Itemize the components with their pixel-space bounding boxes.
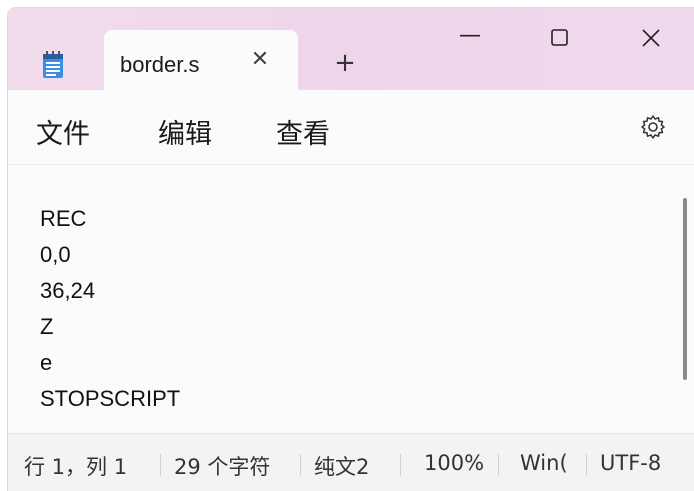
maximize-icon <box>551 29 568 46</box>
menu-edit[interactable]: 编辑 <box>158 112 212 151</box>
status-divider <box>498 454 499 476</box>
text-line: 36,24 <box>40 278 96 303</box>
title-bar: border.s ✕ + — <box>8 8 694 90</box>
settings-button[interactable] <box>638 112 668 142</box>
close-tab-icon[interactable]: ✕ <box>248 48 272 72</box>
menu-view[interactable]: 查看 <box>276 112 330 151</box>
notepad-window: border.s ✕ + — 文件 编辑 查看 REC 0,0 36,24 Z … <box>8 8 694 491</box>
text-editor[interactable]: REC 0,0 36,24 Z e STOPSCRIPT <box>8 165 694 433</box>
maximize-button[interactable] <box>540 22 580 62</box>
menu-bar: 文件 编辑 查看 <box>8 90 694 165</box>
status-divider <box>160 454 161 476</box>
text-line: REC <box>40 206 87 231</box>
text-format[interactable]: 纯文2 <box>314 451 394 481</box>
text-line: e <box>40 350 53 375</box>
status-divider <box>586 454 587 476</box>
status-divider <box>300 454 301 476</box>
cursor-position: 行 1，列 1 <box>24 455 128 479</box>
line-ending[interactable]: Win( <box>520 451 580 475</box>
status-divider <box>400 454 401 476</box>
text-line: Z <box>40 314 54 339</box>
gear-icon <box>641 115 665 139</box>
status-bar: 行 1，列 1 29 个字符 纯文2 100% Win( UTF-8 <box>8 433 694 491</box>
character-count: 29 个字符 <box>174 455 271 479</box>
close-window-button[interactable] <box>632 22 672 62</box>
encoding[interactable]: UTF-8 <box>600 451 680 475</box>
zoom-level[interactable]: 100% <box>424 451 494 475</box>
notepad-icon <box>42 51 64 79</box>
vertical-scrollbar[interactable] <box>683 198 687 380</box>
new-tab-button[interactable]: + <box>330 48 360 78</box>
text-line: 0,0 <box>40 242 71 267</box>
tab-title: border.s <box>120 52 200 77</box>
menu-file[interactable]: 文件 <box>36 112 90 151</box>
text-line: STOPSCRIPT <box>40 386 181 411</box>
close-icon <box>642 29 660 47</box>
tab-active[interactable]: border.s ✕ <box>104 30 298 90</box>
minimize-button[interactable]: — <box>450 22 490 62</box>
